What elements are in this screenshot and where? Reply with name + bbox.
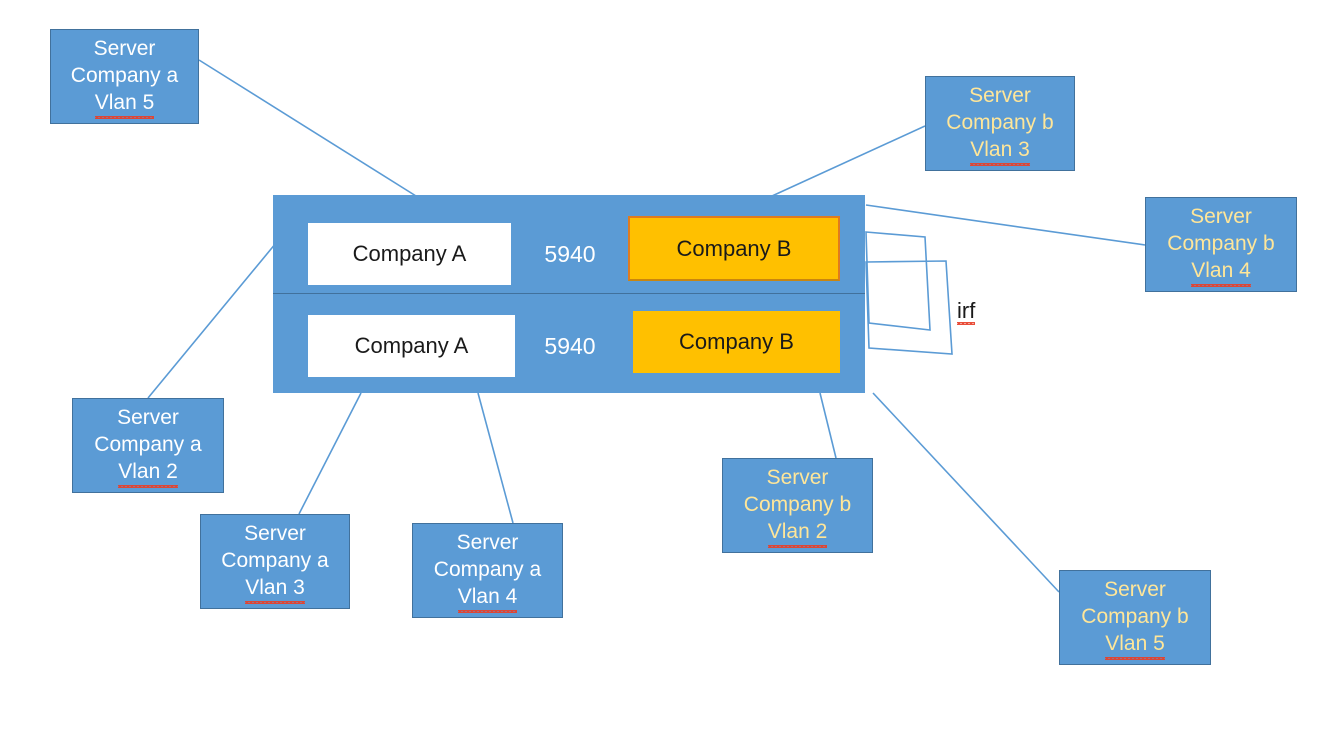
server-vlan-label: Vlan 2 <box>118 459 178 488</box>
switch-chassis[interactable]: Company A 5940 Company B Company A 5940 … <box>273 195 865 393</box>
server-vlan-label: Vlan 5 <box>94 90 154 119</box>
server-line-1: Server <box>1190 205 1252 229</box>
server-node-b-vlan5[interactable]: Server Company b Vlan 5 <box>1059 570 1211 665</box>
server-line-2: Company b <box>1167 232 1275 256</box>
model-label-top: 5940 <box>528 223 612 285</box>
server-node-a-vlan5[interactable]: Server Company a Vlan 5 <box>50 29 199 124</box>
slot-company-a-top[interactable]: Company A <box>308 223 511 285</box>
server-node-b-vlan4[interactable]: Server Company b Vlan 4 <box>1145 197 1297 292</box>
server-vlan-label: Vlan 3 <box>245 575 305 604</box>
diagram-canvas: Company A 5940 Company B Company A 5940 … <box>0 0 1329 733</box>
slot-company-b-bottom[interactable]: Company B <box>633 311 840 373</box>
server-line-1: Server <box>456 531 519 555</box>
chassis-row-bottom[interactable]: Company A 5940 Company B <box>273 294 865 393</box>
server-line-2: Company b <box>743 493 852 517</box>
link-srv-b-vlan3 <box>771 125 926 197</box>
irf-cable-loop-2 <box>865 260 953 355</box>
link-srv-b-vlan4 <box>865 204 1146 246</box>
link-srv-b-vlan2 <box>819 392 837 459</box>
irf-cable-loop-1 <box>865 231 931 331</box>
slot-label: Company A <box>354 333 469 358</box>
server-line-2: Company a <box>221 549 329 573</box>
server-line-1: Server <box>93 37 156 61</box>
link-srv-b-vlan5 <box>872 392 1060 593</box>
model-text: 5940 <box>544 332 596 359</box>
server-line-1: Server <box>969 84 1031 108</box>
link-srv-a-vlan4 <box>477 392 514 524</box>
slot-label: Company A <box>352 241 467 266</box>
server-node-b-vlan3[interactable]: Server Company b Vlan 3 <box>925 76 1075 171</box>
server-line-2: Company b <box>1081 605 1189 629</box>
server-node-a-vlan2[interactable]: Server Company a Vlan 2 <box>72 398 224 493</box>
irf-label: irf <box>957 298 976 325</box>
server-vlan-label: Vlan 2 <box>767 519 827 548</box>
server-line-1: Server <box>117 406 179 430</box>
model-text: 5940 <box>544 240 596 267</box>
slot-label: Company B <box>679 329 794 354</box>
server-vlan-label: Vlan 4 <box>457 584 517 613</box>
slot-label: Company B <box>676 235 792 261</box>
server-line-1: Server <box>1104 578 1166 602</box>
server-node-b-vlan2[interactable]: Server Company b Vlan 2 <box>722 458 873 553</box>
server-vlan-label: Vlan 5 <box>1105 631 1165 660</box>
server-node-a-vlan3[interactable]: Server Company a Vlan 3 <box>200 514 350 609</box>
chassis-row-top[interactable]: Company A 5940 Company B <box>273 195 865 294</box>
server-vlan-label: Vlan 4 <box>1191 258 1251 287</box>
link-srv-a-vlan2 <box>147 242 277 399</box>
server-line-2: Company a <box>433 558 542 582</box>
server-vlan-label: Vlan 3 <box>970 137 1030 166</box>
slot-company-a-bottom[interactable]: Company A <box>308 315 515 377</box>
model-label-bottom: 5940 <box>528 315 612 377</box>
irf-text: irf <box>957 298 976 325</box>
link-srv-a-vlan5 <box>198 59 417 197</box>
slot-company-b-top[interactable]: Company B <box>628 216 840 281</box>
server-line-1: Server <box>766 466 829 490</box>
link-srv-a-vlan3 <box>298 392 362 515</box>
server-line-1: Server <box>244 522 306 546</box>
server-line-2: Company a <box>94 433 202 457</box>
server-node-a-vlan4[interactable]: Server Company a Vlan 4 <box>412 523 563 618</box>
server-line-2: Company b <box>946 111 1054 135</box>
server-line-2: Company a <box>70 64 179 88</box>
